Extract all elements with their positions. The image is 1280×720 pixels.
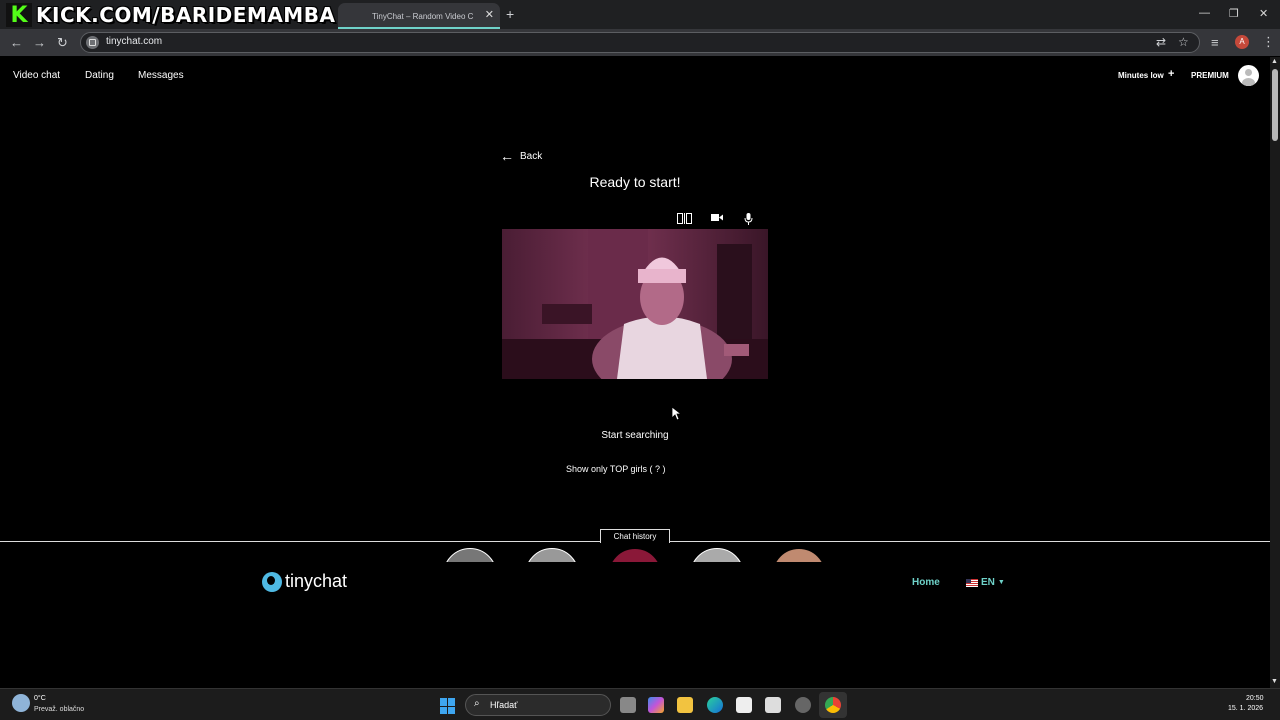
history-avatar[interactable]	[690, 548, 744, 562]
history-avatar[interactable]	[443, 548, 497, 562]
language-selector[interactable]: EN ▼	[966, 577, 1005, 588]
clock-time: 20:50	[1246, 695, 1264, 702]
weather-description: Prevaž. oblačno	[34, 706, 85, 713]
back-link[interactable]: ← Back	[500, 148, 543, 164]
store-icon[interactable]	[736, 697, 752, 713]
taskbar-search-placeholder: Hľadať	[490, 700, 518, 710]
tab-title: TinyChat – Random Video C	[372, 11, 474, 21]
site-navigation: Video chat Dating Messages Minutes low +…	[0, 57, 1270, 93]
nav-dating[interactable]: Dating	[85, 70, 114, 81]
search-icon: ⌕	[474, 698, 480, 709]
taskbar-search-input[interactable]: ⌕ Hľadať	[465, 694, 611, 716]
windows-taskbar: 0°C Prevaž. oblačno ⌕ Hľadať 20:50 15. 1…	[0, 688, 1280, 720]
scrollbar-thumb[interactable]	[1272, 69, 1278, 141]
chrome-taskbar-button[interactable]	[819, 692, 847, 718]
page-title: Ready to start!	[589, 174, 681, 190]
bookmark-star-icon[interactable]: ☆	[1178, 35, 1189, 49]
history-avatar[interactable]	[608, 548, 662, 562]
chat-history-tab[interactable]: Chat history	[600, 529, 670, 543]
url-input[interactable]: tinychat.com ⇄ ☆	[80, 32, 1200, 53]
scroll-up-icon[interactable]: ▲	[1271, 58, 1278, 65]
language-label: EN	[981, 577, 995, 588]
browser-tab-tinychat[interactable]: TinyChat – Random Video C ✕	[338, 3, 500, 29]
logo-text: tinychat	[285, 571, 348, 591]
mouse-cursor-icon	[671, 406, 683, 426]
minutes-low-label: Minutes low	[1118, 71, 1164, 80]
tinychat-logo[interactable]: tinychat	[262, 571, 347, 592]
tinychat-logo-icon	[262, 571, 282, 592]
premium-button[interactable]: PREMIUM	[1191, 71, 1229, 80]
outlook-icon[interactable]	[765, 697, 781, 713]
tab-close-icon[interactable]: ✕	[485, 8, 494, 21]
media-controls-icon[interactable]: ≡	[1211, 35, 1219, 50]
restore-icon[interactable]: ❐	[1229, 7, 1239, 20]
add-minutes-button[interactable]: +	[1168, 68, 1174, 80]
reload-icon[interactable]: ↻	[57, 35, 68, 51]
weather-icon[interactable]	[12, 694, 30, 712]
chrome-icon	[825, 697, 841, 713]
forward-arrow-icon[interactable]: →	[33, 35, 46, 50]
nav-messages[interactable]: Messages	[138, 70, 184, 81]
start-searching-button[interactable]: Start searching	[0, 430, 1270, 441]
window-close-icon[interactable]: ✕	[1259, 7, 1268, 20]
microphone-icon[interactable]	[744, 213, 753, 228]
mirror-camera-icon[interactable]	[677, 213, 692, 227]
stream-overlay: K KICK.COM/BARIDEMAMBA	[6, 3, 336, 28]
browser-menu-icon[interactable]: ⋮	[1262, 34, 1275, 50]
clock-date: 15. 1. 2026	[1228, 705, 1264, 712]
back-arrow-icon[interactable]: ←	[10, 35, 23, 50]
steam-icon[interactable]	[795, 697, 811, 713]
history-avatar[interactable]	[772, 548, 826, 562]
start-searching-label: Start searching	[601, 430, 669, 441]
page-scrollbar[interactable]: ▲ ▼	[1270, 57, 1280, 688]
back-arrow-icon: ←	[500, 148, 514, 164]
minimize-icon[interactable]: —	[1199, 7, 1210, 19]
history-avatar[interactable]	[525, 548, 579, 562]
kick-channel-text: KICK.COM/BARIDEMAMBA	[36, 3, 336, 27]
windows-start-icon[interactable]	[440, 698, 456, 714]
site-info-icon[interactable]	[86, 36, 99, 49]
copilot-icon[interactable]	[648, 697, 664, 713]
back-label: Back	[520, 150, 543, 162]
scroll-down-icon[interactable]: ▼	[1271, 678, 1278, 685]
camera-icon[interactable]	[711, 213, 723, 225]
translate-icon[interactable]: ⇄	[1156, 35, 1166, 49]
task-view-icon[interactable]	[620, 697, 636, 713]
webcam-preview	[502, 229, 768, 379]
user-avatar[interactable]	[1238, 65, 1259, 86]
url-text: tinychat.com	[106, 36, 163, 47]
chevron-down-icon: ▼	[997, 579, 1005, 586]
webcam-frame-image	[502, 229, 768, 379]
edge-browser-icon[interactable]	[707, 697, 723, 713]
footer-home-link[interactable]: Home	[912, 577, 940, 588]
browser-address-bar: ← → ↻ tinychat.com ⇄ ☆ ≡	[0, 29, 1280, 56]
top-girls-toggle[interactable]: Show only TOP girls ( ? )	[566, 464, 666, 474]
browser-profile-avatar[interactable]: A	[1235, 35, 1249, 49]
us-flag-icon	[966, 578, 978, 587]
weather-temperature: 0°C	[34, 695, 46, 702]
kick-logo-icon: K	[6, 3, 32, 28]
nav-video-chat[interactable]: Video chat	[13, 70, 60, 81]
new-tab-icon[interactable]: +	[506, 6, 514, 22]
file-explorer-icon[interactable]	[677, 697, 693, 713]
